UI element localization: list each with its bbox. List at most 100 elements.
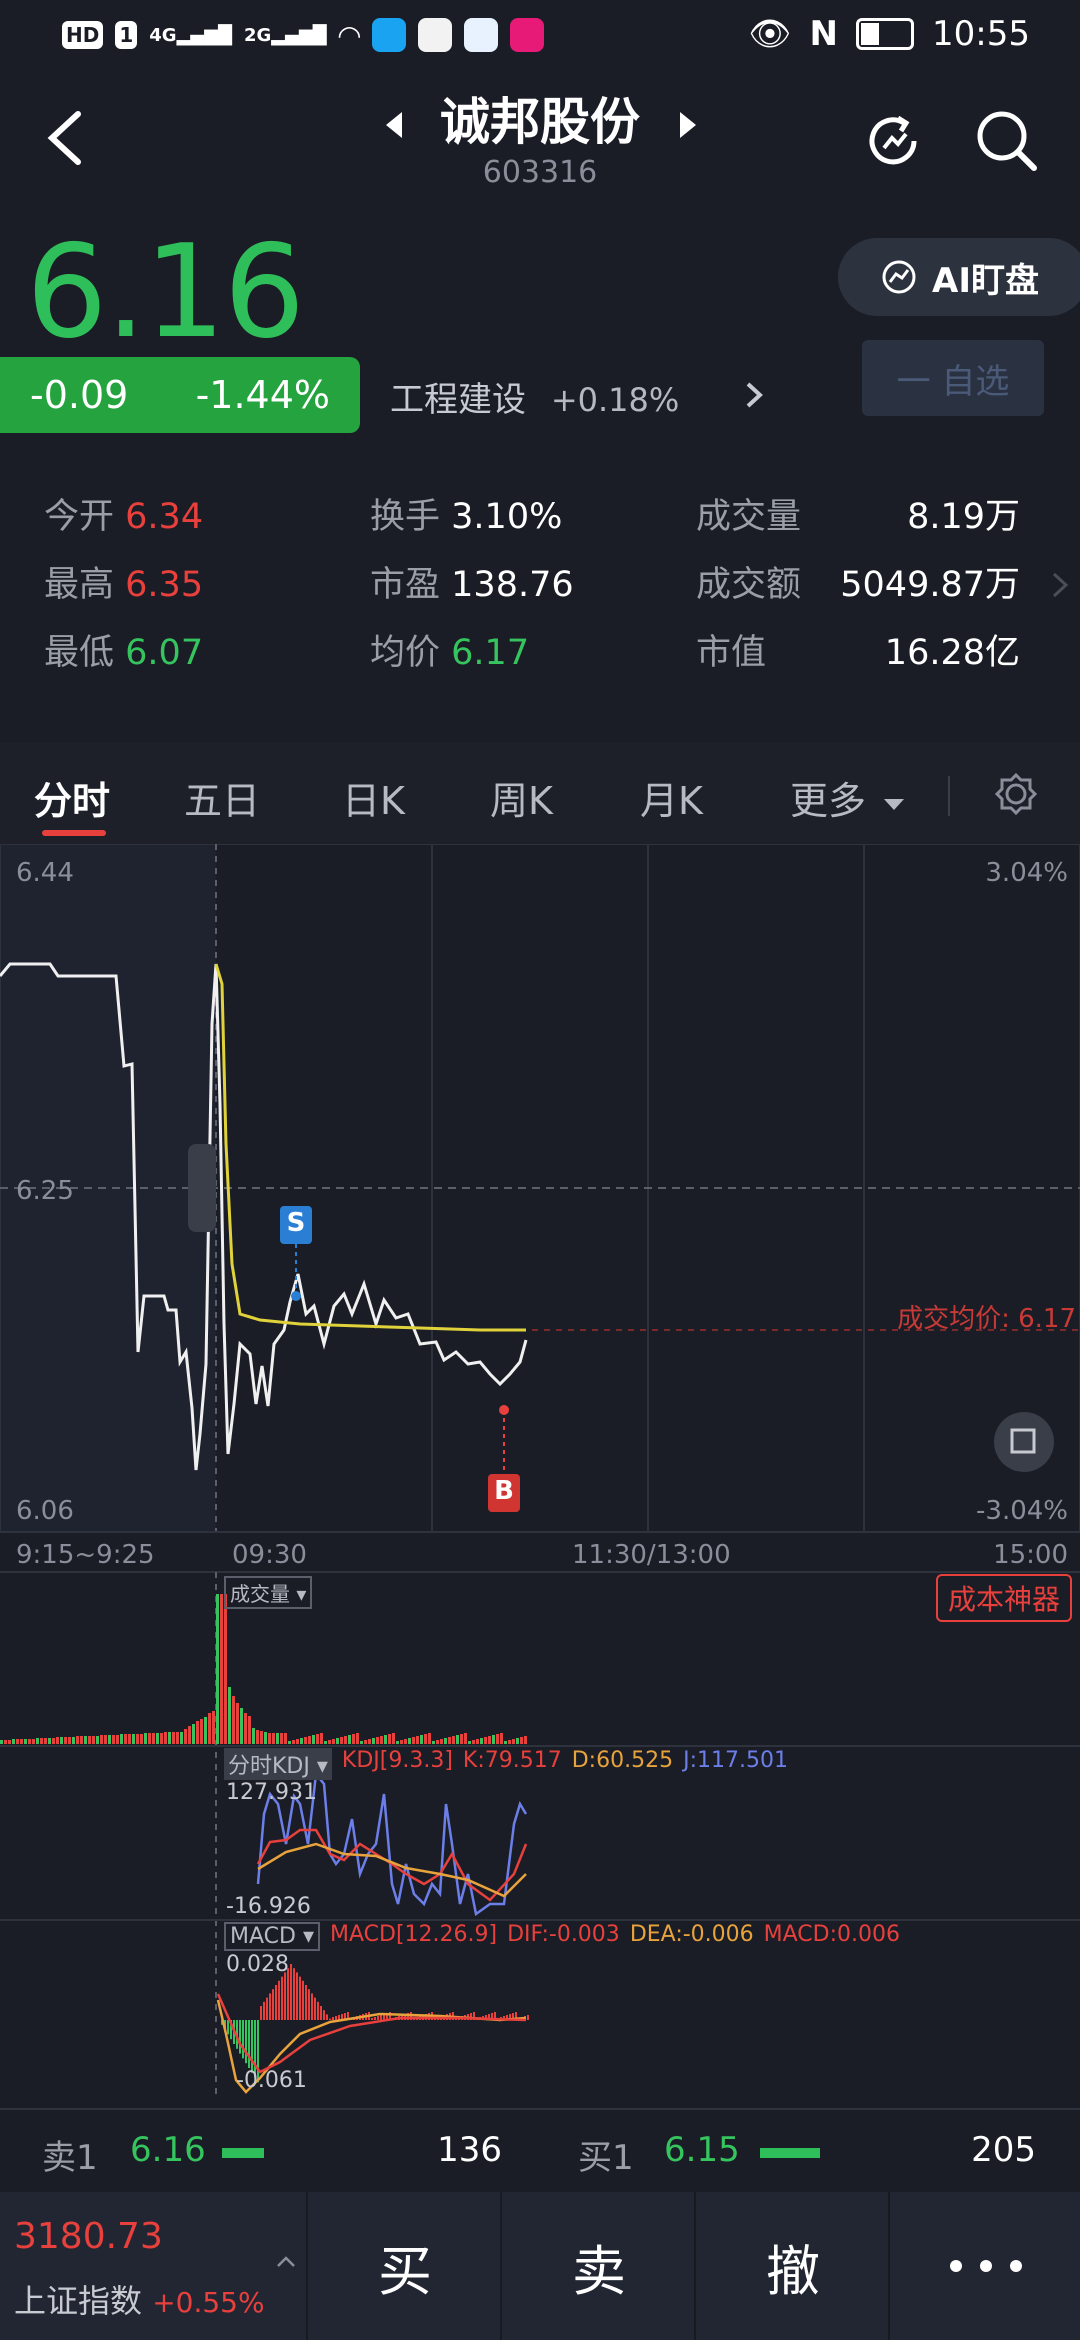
search-icon — [977, 111, 1037, 171]
macd-dif-value: DIF:-0.003 — [507, 1922, 620, 1947]
volume-bar — [452, 1736, 455, 1744]
search-button[interactable] — [974, 108, 1040, 174]
volume-bar — [80, 1736, 83, 1744]
volume-bar — [204, 1717, 207, 1744]
sector-link[interactable]: 工程建设 +0.18% — [390, 372, 679, 421]
volume-bar — [228, 1687, 231, 1744]
status-right: 👁 N 10:55 — [748, 14, 1030, 54]
volume-bar — [104, 1735, 107, 1744]
kdj-indicator-select[interactable]: 分时KDJ ▾ — [224, 1748, 332, 1780]
volume-bar — [96, 1736, 99, 1744]
volume-bar — [20, 1739, 23, 1744]
tab-monthly-k[interactable]: 月K — [640, 770, 703, 825]
volume-bar — [316, 1734, 319, 1744]
sector-chevron-icon[interactable] — [744, 380, 764, 414]
volume-indicator-select[interactable]: 成交量 ▾ — [224, 1576, 313, 1609]
volume-bar — [324, 1741, 327, 1744]
volume-bar — [404, 1739, 407, 1744]
volume-bar — [64, 1737, 67, 1744]
chart-settings-button[interactable] — [994, 772, 1038, 820]
bid1-bar — [760, 2148, 820, 2158]
volume-bar — [140, 1734, 143, 1744]
intraday-chart[interactable]: 6.44 6.25 6.06 3.04% -3.04% 成交均价: 6.17 S… — [0, 843, 1080, 2100]
volume-bar — [180, 1732, 183, 1744]
volume-bar — [148, 1733, 151, 1744]
volume-bar — [256, 1730, 259, 1744]
sell-point — [291, 1291, 301, 1301]
add-watchlist-button[interactable]: 一 自选 — [862, 340, 1044, 416]
tab-five-day[interactable]: 五日 — [184, 770, 260, 825]
volume-bar — [520, 1737, 523, 1744]
more-dots-icon — [950, 2260, 1022, 2272]
volume-bar — [36, 1738, 39, 1744]
macd-bar — [284, 1972, 286, 2020]
kdj-params: KDJ[9.3.3] — [341, 1748, 453, 1773]
tab-more[interactable]: 更多 — [790, 770, 906, 825]
volume-bar — [172, 1732, 175, 1744]
stat-low: 最低 6.07 — [44, 633, 204, 673]
order-book: 卖1 6.16 136 买1 6.15 205 — [0, 2108, 1080, 2194]
macd-bar — [335, 2016, 337, 2020]
eye-icon: 👁 — [748, 14, 792, 54]
volume-bar — [472, 1740, 475, 1744]
volume-bar — [48, 1738, 51, 1744]
volume-bar — [496, 1734, 499, 1744]
volume-bar — [328, 1740, 331, 1744]
macd-bar — [320, 2006, 322, 2020]
more-button[interactable] — [888, 2192, 1080, 2340]
volume-bar — [188, 1726, 191, 1744]
ask1-bar — [222, 2148, 264, 2158]
macd-indicator-select[interactable]: MACD ▾ — [224, 1922, 320, 1951]
macd-value: MACD:0.006 — [763, 1922, 900, 1947]
refresh-button[interactable] — [862, 110, 924, 172]
volume-bar — [388, 1734, 391, 1744]
macd-bar — [380, 2015, 382, 2020]
cost-tool-button[interactable]: 成本神器 — [935, 1574, 1072, 1622]
change-amount: -0.09 — [30, 373, 129, 417]
volume-bar — [524, 1736, 527, 1744]
macd-bar — [239, 2020, 241, 2054]
volume-bar — [40, 1738, 43, 1744]
buy-button[interactable]: 买 — [306, 2192, 502, 2340]
bid1-price: 6.15 — [664, 2130, 740, 2170]
app-icon-chat — [464, 18, 499, 52]
macd-params: MACD[12.26.9] — [330, 1922, 498, 1947]
volume-bar — [492, 1735, 495, 1744]
volume-bar — [212, 1711, 215, 1744]
fullscreen-button[interactable] — [994, 1412, 1054, 1472]
ai-watch-button[interactable]: AI盯盘 — [838, 238, 1080, 316]
volume-bar — [88, 1736, 91, 1744]
sim-badge: 1 — [115, 21, 138, 49]
macd-bar — [302, 1980, 304, 2020]
collapse-handle[interactable] — [188, 1144, 216, 1232]
signal-4g-icon: 4G▂▄▆█ — [149, 24, 232, 46]
caret-right-icon — [680, 112, 696, 138]
next-stock-button[interactable] — [676, 108, 700, 142]
cancel-order-button[interactable]: 撤 — [694, 2192, 890, 2340]
time-label-open: 09:30 — [232, 1540, 307, 1570]
volume-bar — [480, 1738, 483, 1744]
volume-bar — [516, 1738, 519, 1744]
sell-marker-label: S — [286, 1208, 306, 1238]
tab-intraday[interactable]: 分时 — [34, 770, 110, 825]
macd-bar — [377, 2016, 379, 2020]
volume-bar — [400, 1740, 403, 1744]
volume-bar — [424, 1734, 427, 1744]
nfc-icon: N — [809, 14, 839, 54]
index-ticker[interactable]: 3180.73 上证指数 +0.55% — [0, 2192, 306, 2340]
tab-divider — [948, 776, 950, 816]
macd-bar — [374, 2017, 376, 2020]
tab-weekly-k[interactable]: 周K — [490, 770, 553, 825]
sell-button[interactable]: 卖 — [500, 2192, 696, 2340]
status-left: HD 1 4G▂▄▆█ 2G▂▄▆█ ◠ — [62, 18, 545, 52]
volume-bar — [336, 1738, 339, 1744]
status-bar: HD 1 4G▂▄▆█ 2G▂▄▆█ ◠ 👁 N 10:55 — [0, 0, 1080, 72]
stats-more-chevron-icon[interactable] — [1050, 570, 1070, 604]
macd-bar — [245, 2020, 247, 2064]
volume-bar — [252, 1728, 255, 1744]
tab-daily-k[interactable]: 日K — [342, 770, 405, 825]
volume-bar — [412, 1737, 415, 1744]
index-value: 3180.73 — [14, 2216, 163, 2257]
macd-bar — [266, 1997, 268, 2020]
avg-price-label: 成交均价: 6.17 — [897, 1304, 1076, 1334]
